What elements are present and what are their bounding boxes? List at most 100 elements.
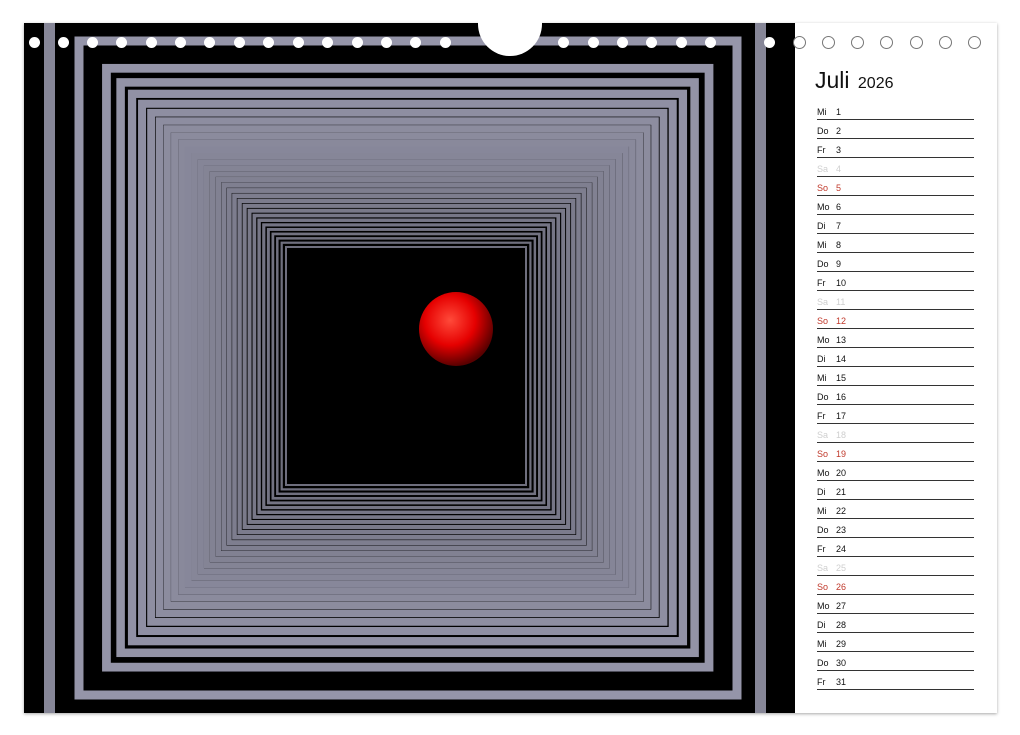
day-number: 10 bbox=[836, 278, 847, 288]
weekday-label: Fr bbox=[817, 677, 826, 687]
binding-hole bbox=[87, 37, 98, 48]
day-row: Di 28 bbox=[817, 614, 974, 633]
day-row: Mo 6 bbox=[817, 196, 974, 215]
day-number: 28 bbox=[836, 620, 847, 630]
binding-hole bbox=[910, 36, 923, 49]
day-number: 30 bbox=[836, 658, 847, 668]
binding-hole bbox=[322, 37, 333, 48]
binding-hole bbox=[29, 37, 40, 48]
day-number: 6 bbox=[836, 202, 842, 212]
day-number: 15 bbox=[836, 373, 847, 383]
day-row: Do 23 bbox=[817, 519, 974, 538]
binding-hole bbox=[851, 36, 864, 49]
weekday-label: Mo bbox=[817, 468, 830, 478]
day-number: 11 bbox=[836, 297, 846, 307]
day-number: 27 bbox=[836, 601, 847, 611]
day-number: 26 bbox=[836, 582, 847, 592]
weekday-label: Do bbox=[817, 259, 829, 269]
binding-hole bbox=[822, 36, 835, 49]
binding-hole bbox=[234, 37, 245, 48]
binding-hole bbox=[410, 37, 421, 48]
day-row: Di 14 bbox=[817, 348, 974, 367]
calendar-panel: Juli 2026 Mi 1 Do 2 Fr 3 Sa 4 So 5 Mo 6 Di 7 Mi 8 Do 9 Fr 1… bbox=[795, 23, 997, 713]
weekday-label: Fr bbox=[817, 411, 826, 421]
weekday-label: Sa bbox=[817, 164, 829, 174]
weekday-label: Mi bbox=[817, 240, 827, 250]
day-number: 14 bbox=[836, 354, 847, 364]
binding-hole bbox=[204, 37, 215, 48]
day-number: 12 bbox=[836, 316, 847, 326]
day-number: 23 bbox=[836, 525, 847, 535]
day-number: 18 bbox=[836, 430, 847, 440]
weekday-label: Di bbox=[817, 487, 826, 497]
day-number: 31 bbox=[836, 677, 847, 687]
day-number: 20 bbox=[836, 468, 847, 478]
weekday-label: Sa bbox=[817, 563, 829, 573]
weekday-label: Do bbox=[817, 126, 829, 136]
day-number: 22 bbox=[836, 506, 847, 516]
day-row: Sa 18 bbox=[817, 424, 974, 443]
day-row: Do 30 bbox=[817, 652, 974, 671]
day-row: Sa 11 bbox=[817, 291, 974, 310]
weekday-label: Mi bbox=[817, 107, 827, 117]
day-row: Fr 10 bbox=[817, 272, 974, 291]
binding-hole bbox=[116, 37, 127, 48]
binding-hole bbox=[880, 36, 893, 49]
binding-hole bbox=[676, 37, 687, 48]
day-row: Fr 17 bbox=[817, 405, 974, 424]
day-row: Di 7 bbox=[817, 215, 974, 234]
day-row: So 19 bbox=[817, 443, 974, 462]
center-void bbox=[296, 256, 516, 475]
weekday-label: Sa bbox=[817, 297, 829, 307]
weekday-label: Mo bbox=[817, 601, 830, 611]
day-row: Mi 29 bbox=[817, 633, 974, 652]
day-row: Do 2 bbox=[817, 120, 974, 139]
day-number: 24 bbox=[836, 544, 847, 554]
binding-hole bbox=[293, 37, 304, 48]
day-row: Do 16 bbox=[817, 386, 974, 405]
weekday-label: Mo bbox=[817, 335, 830, 345]
day-row: Mi 15 bbox=[817, 367, 974, 386]
weekday-label: So bbox=[817, 183, 829, 193]
binding-hole bbox=[58, 37, 69, 48]
day-row: So 12 bbox=[817, 310, 974, 329]
binding-hole bbox=[558, 37, 569, 48]
day-row: Mi 1 bbox=[817, 101, 974, 120]
day-row: Fr 31 bbox=[817, 671, 974, 690]
day-row: Mo 20 bbox=[817, 462, 974, 481]
weekday-label: Mi bbox=[817, 639, 827, 649]
weekday-label: So bbox=[817, 582, 829, 592]
binding-hole bbox=[381, 37, 392, 48]
weekday-label: Fr bbox=[817, 278, 826, 288]
weekday-label: So bbox=[817, 316, 829, 326]
weekday-label: So bbox=[817, 449, 829, 459]
binding-hole bbox=[352, 37, 363, 48]
binding-hole bbox=[646, 37, 657, 48]
day-number: 16 bbox=[836, 392, 847, 402]
day-row: Mi 8 bbox=[817, 234, 974, 253]
weekday-label: Sa bbox=[817, 430, 829, 440]
day-number: 5 bbox=[836, 183, 842, 193]
day-row: Mo 27 bbox=[817, 595, 974, 614]
binding-hole bbox=[440, 37, 451, 48]
binding-hole bbox=[617, 37, 628, 48]
binding-hole bbox=[146, 37, 157, 48]
day-number: 21 bbox=[836, 487, 847, 497]
year-label: 2026 bbox=[857, 75, 894, 92]
day-number: 3 bbox=[836, 145, 842, 155]
day-number: 19 bbox=[836, 449, 847, 459]
day-number: 9 bbox=[836, 259, 842, 269]
weekday-label: Mi bbox=[817, 506, 827, 516]
binding-hole bbox=[263, 37, 274, 48]
day-row: Mi 22 bbox=[817, 500, 974, 519]
day-number: 13 bbox=[836, 335, 847, 345]
month-title: Juli 2026 bbox=[815, 67, 894, 94]
frame-post bbox=[755, 23, 766, 713]
day-number: 29 bbox=[836, 639, 847, 649]
day-row: Sa 25 bbox=[817, 557, 974, 576]
calendar-page: Juli 2026 Mi 1 Do 2 Fr 3 Sa 4 So 5 Mo 6 Di 7 Mi 8 Do 9 Fr 1… bbox=[24, 20, 997, 713]
day-number: 7 bbox=[836, 221, 842, 231]
binding-hole bbox=[793, 36, 806, 49]
weekday-label: Mo bbox=[817, 202, 830, 212]
artwork bbox=[24, 23, 795, 713]
